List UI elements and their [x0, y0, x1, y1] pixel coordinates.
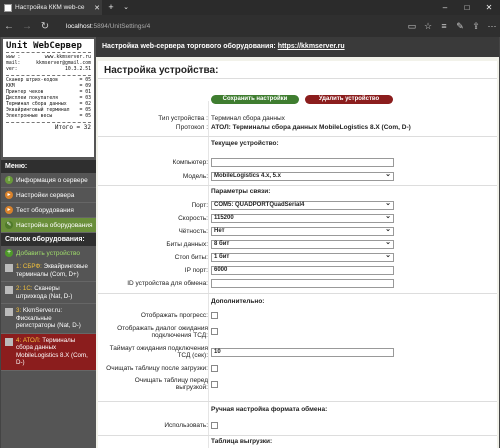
test-icon: ▸: [5, 206, 13, 214]
menu-item-server-settings[interactable]: ▸ Настройки сервера: [1, 188, 96, 203]
exchange-id-input[interactable]: [211, 279, 394, 288]
settings-icon: ▸: [5, 191, 13, 199]
type-value: Терминал сбора данных: [211, 115, 285, 122]
timeout-input[interactable]: 10: [211, 348, 394, 357]
device-icon: [5, 308, 13, 316]
receipt-stat: Электронные весы = 05: [6, 114, 91, 119]
stopbits-label: Стоп биты:: [174, 254, 208, 261]
parity-select[interactable]: Нет: [211, 226, 394, 236]
menu-item-equipment-test[interactable]: ▸ Тест оборудования: [1, 203, 96, 218]
port-select[interactable]: COM5: QUADPORTQuadSerial4: [211, 200, 394, 210]
protocol-label: Протокол :: [175, 124, 208, 131]
site-link[interactable]: https://kkmserver.ru: [278, 43, 345, 50]
tab-dropdown-icon[interactable]: ⌄: [120, 0, 132, 15]
device-item-selected[interactable]: 4: АТОЛ: Терминалы сбора данных MobileLo…: [1, 333, 103, 371]
parity-label: Чётность:: [178, 228, 208, 235]
ipport-label: IP порт:: [184, 267, 208, 274]
forward-icon[interactable]: →: [18, 21, 36, 32]
address-bar: ← → ↻ localhost:5894/UnitSettings/4 ▭ ☆ …: [0, 15, 500, 37]
databits-select[interactable]: 8 бит: [211, 239, 394, 249]
upload-table-section: Таблица выгрузки:: [211, 438, 273, 445]
port-label: Порт:: [191, 202, 208, 209]
menu-item-server-info[interactable]: i Информация о сервере: [1, 173, 96, 188]
page-header: Настройка web-сервера торгового оборудов…: [96, 37, 499, 57]
manual-format-section: Ручная настройка формата обмена:: [211, 406, 328, 413]
reading-view-icon[interactable]: ▭: [404, 21, 420, 32]
device-icon: [5, 286, 13, 294]
back-icon[interactable]: ←: [0, 21, 18, 32]
ipport-input[interactable]: 6000: [211, 266, 394, 275]
device-item[interactable]: 2: 1С: Сканеры штрихкода (Nat, D-): [1, 282, 96, 304]
devices-heading: Список оборудования:: [1, 233, 96, 246]
main-content: Настройка web-сервера торгового оборудов…: [96, 37, 499, 448]
info-icon: i: [5, 176, 13, 184]
menu-item-equipment-setup[interactable]: ✎ Настройка оборудования: [1, 218, 96, 233]
window-controls: – □ ✕: [434, 0, 500, 15]
current-device-section: Текущее устройство:: [211, 140, 279, 147]
model-label: Модель:: [182, 173, 208, 180]
receipt-title: Unit WebСервер: [6, 41, 91, 53]
use-label: Использовать:: [164, 422, 208, 429]
receipt-line: ver: 10.3.2.51: [6, 67, 91, 72]
settings-panel: Настройка устройства: Сохранить настройк…: [98, 61, 497, 448]
maximize-icon[interactable]: □: [456, 0, 478, 15]
menu-heading: Меню:: [1, 160, 96, 173]
favorite-star-icon[interactable]: ☆: [420, 21, 436, 32]
speed-select[interactable]: 115200: [211, 213, 394, 223]
url-field[interactable]: localhost:5894/UnitSettings/4: [66, 23, 404, 30]
refresh-icon[interactable]: ↻: [36, 21, 54, 32]
minimize-icon[interactable]: –: [434, 0, 456, 15]
progress-checkbox[interactable]: [211, 312, 218, 319]
timeout-label: Таймаут ожидания подключения ТСД (сек):: [109, 345, 208, 359]
receipt-logo: Unit WebСервер www : www.kkmserver.ru mai…: [3, 39, 94, 157]
plus-icon: +: [5, 249, 13, 257]
favicon-icon: [4, 3, 12, 12]
device-icon: [5, 264, 13, 272]
type-label: Тип устройства :: [158, 115, 208, 122]
clear-before-label: Очищать таблицу перед выгрузкой:: [134, 377, 208, 391]
device-item[interactable]: 3: KkmServer.ru: Фискальные регистраторы…: [1, 304, 96, 334]
device-item[interactable]: 1: СБРФ: Эквайринговые терминалы (Com, D…: [1, 260, 96, 282]
exchange-id-label: ID устройства для обмена:: [127, 280, 208, 287]
browser-titlebar: Настройка ККМ web-се ✕ + ⌄ – □ ✕: [0, 0, 500, 15]
new-tab-icon[interactable]: +: [104, 0, 118, 15]
progress-label: Отображать прогресс:: [140, 312, 208, 319]
clear-before-checkbox[interactable]: [211, 381, 218, 388]
sidebar: Unit WebСервер www : www.kkmserver.ru mai…: [1, 37, 103, 448]
wait-dialog-label: Отображать диалог ожидания подключения ТС…: [117, 325, 208, 339]
tab-title: Настройка ККМ web-се: [15, 4, 85, 11]
tab-close-icon[interactable]: ✕: [92, 4, 102, 12]
close-window-icon[interactable]: ✕: [478, 0, 500, 15]
computer-input[interactable]: [211, 158, 394, 167]
save-settings-button[interactable]: Сохранить настройки: [211, 95, 299, 104]
wait-dialog-checkbox[interactable]: [211, 328, 218, 335]
wrench-icon: ✎: [5, 221, 13, 229]
stopbits-select[interactable]: 1 бит: [211, 252, 394, 262]
device-icon: [5, 337, 13, 346]
use-checkbox[interactable]: [211, 422, 218, 429]
receipt-total: Итого = 32: [54, 124, 91, 131]
extra-section: Дополнительно:: [211, 298, 265, 305]
url-host: localhost: [66, 22, 92, 30]
share-icon[interactable]: ⇪: [468, 21, 484, 32]
model-select[interactable]: MobileLogistics 4.x, 5.x: [211, 171, 394, 181]
protocol-value: АТОЛ: Терминалы сбора данных MobileLogis…: [211, 124, 411, 131]
databits-label: Биты данных:: [166, 241, 208, 248]
url-path: :5894/UnitSettings/4: [91, 22, 151, 30]
page: Unit WebСервер www : www.kkmserver.ru mai…: [0, 37, 500, 448]
clear-after-label: Очищать таблицу после загрузки:: [106, 365, 208, 372]
speed-label: Скорость:: [178, 215, 208, 222]
browser-tab[interactable]: Настройка ККМ web-се ✕: [0, 0, 102, 15]
add-device-link[interactable]: + Добавить устройство: [1, 246, 96, 260]
more-icon[interactable]: ⋯: [484, 21, 500, 32]
link-params-section: Параметры связи:: [211, 188, 271, 195]
hub-icon[interactable]: ≡: [436, 21, 452, 31]
clear-after-checkbox[interactable]: [211, 365, 218, 372]
delete-device-button[interactable]: Удалить устройство: [305, 95, 393, 104]
computer-label: Компьютер:: [172, 159, 208, 166]
note-icon[interactable]: ✎: [452, 21, 468, 32]
panel-title: Настройка устройства:: [98, 61, 497, 79]
